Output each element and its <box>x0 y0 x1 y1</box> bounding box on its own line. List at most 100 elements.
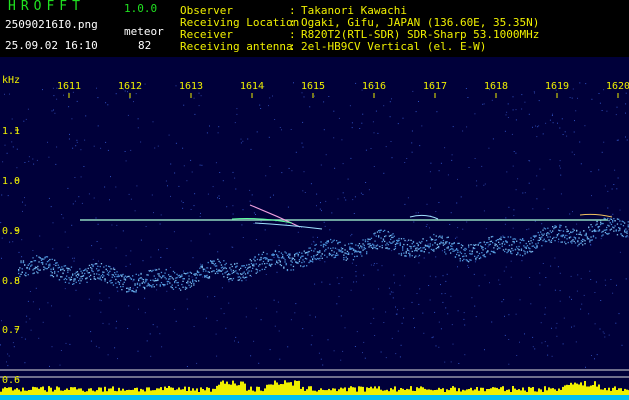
band-dot <box>333 251 335 253</box>
band-dot <box>482 254 484 257</box>
band-dot <box>144 282 146 284</box>
y-tick-label: 1.1 <box>2 126 20 137</box>
strength-bar <box>480 387 482 395</box>
band-dot <box>562 234 565 236</box>
noise-speckle-dot <box>392 291 394 293</box>
noise-speckle-dot <box>183 270 184 272</box>
band-dot <box>255 268 257 270</box>
strength-bar <box>536 391 538 395</box>
noise-speckle-dot <box>341 277 343 279</box>
noise-speckle-dot <box>117 358 118 360</box>
noise-speckle-dot <box>136 185 138 187</box>
strength-bar <box>150 390 152 395</box>
band-dot <box>410 246 412 248</box>
strength-bar <box>584 381 586 395</box>
band-dot <box>512 249 514 252</box>
band-dot <box>338 241 340 243</box>
band-dot <box>207 271 209 273</box>
strength-bar <box>528 386 530 395</box>
noise-speckle-dot <box>7 195 9 197</box>
noise-speckle-dot <box>166 248 168 249</box>
band-dot <box>291 261 293 263</box>
noise-speckle-dot <box>108 323 110 325</box>
band-dot <box>289 257 291 259</box>
noise-speckle-dot <box>327 339 329 341</box>
band-dot <box>129 288 131 290</box>
band-dot <box>358 247 361 249</box>
band-dot <box>67 269 69 271</box>
noise-speckle-dot <box>88 193 90 195</box>
noise-speckle-dot <box>33 163 35 165</box>
band-dot <box>86 281 88 283</box>
noise-speckle-dot <box>551 327 552 329</box>
noise-speckle-dot <box>603 332 605 334</box>
noise-speckle-dot <box>21 336 23 338</box>
band-dot <box>321 257 323 259</box>
band-dot <box>153 275 155 277</box>
noise-speckle-dot <box>96 87 97 89</box>
band-dot <box>309 259 311 261</box>
band-dot <box>158 275 160 277</box>
band-dot <box>176 282 178 284</box>
noise-speckle-dot <box>583 294 585 296</box>
band-dot <box>266 257 268 260</box>
noise-speckle-dot <box>383 172 385 174</box>
band-dot <box>75 281 77 283</box>
noise-speckle-dot <box>555 327 557 329</box>
noise-speckle-dot <box>355 275 357 277</box>
band-dot <box>532 235 535 237</box>
band-dot <box>36 255 38 257</box>
noise-speckle-dot <box>575 341 577 343</box>
band-dot <box>489 240 491 243</box>
band-dot <box>501 245 503 247</box>
noise-speckle-dot <box>53 109 54 111</box>
band-dot <box>232 269 235 272</box>
noise-speckle-dot <box>122 230 124 232</box>
band-dot <box>447 236 449 238</box>
band-dot <box>336 252 338 254</box>
noise-speckle-dot <box>489 282 490 284</box>
noise-speckle-dot <box>554 289 556 291</box>
band-dot <box>460 244 463 246</box>
band-dot <box>178 274 181 276</box>
band-dot <box>313 255 315 257</box>
band-dot <box>532 245 535 247</box>
band-dot <box>465 259 467 261</box>
strength-bar <box>234 383 236 395</box>
noise-speckle-dot <box>60 350 62 351</box>
band-dot <box>370 237 373 239</box>
noise-speckle-dot <box>594 323 596 325</box>
band-dot <box>241 279 243 282</box>
band-dot <box>81 278 83 280</box>
noise-speckle-dot <box>92 258 94 260</box>
noise-speckle-dot <box>99 292 101 294</box>
band-dot <box>229 273 231 276</box>
strength-bar <box>546 390 548 395</box>
band-dot <box>271 259 273 261</box>
band-dot <box>226 270 229 272</box>
band-dot <box>112 274 115 276</box>
noise-speckle-dot <box>372 121 374 123</box>
noise-speckle-dot <box>170 163 172 165</box>
band-dot <box>350 248 352 250</box>
noise-speckle-dot <box>626 139 628 141</box>
noise-speckle-dot <box>251 194 253 196</box>
band-dot <box>274 263 277 265</box>
noise-speckle-dot <box>137 350 139 352</box>
noise-speckle-dot <box>511 133 513 135</box>
band-dot <box>478 257 481 260</box>
band-dot <box>252 264 254 267</box>
noise-speckle-dot <box>108 297 110 299</box>
noise-speckle-dot <box>250 355 252 357</box>
noise-speckle-dot <box>73 257 75 259</box>
band-dot <box>553 228 555 230</box>
band-dot <box>82 275 85 277</box>
band-dot <box>489 253 491 255</box>
band-dot <box>55 262 57 264</box>
noise-speckle-dot <box>434 311 436 313</box>
strength-bar <box>184 386 186 395</box>
strength-bar <box>614 386 616 395</box>
noise-speckle-dot <box>378 288 380 290</box>
noise-speckle-dot <box>207 193 209 195</box>
noise-speckle-dot <box>534 92 535 94</box>
